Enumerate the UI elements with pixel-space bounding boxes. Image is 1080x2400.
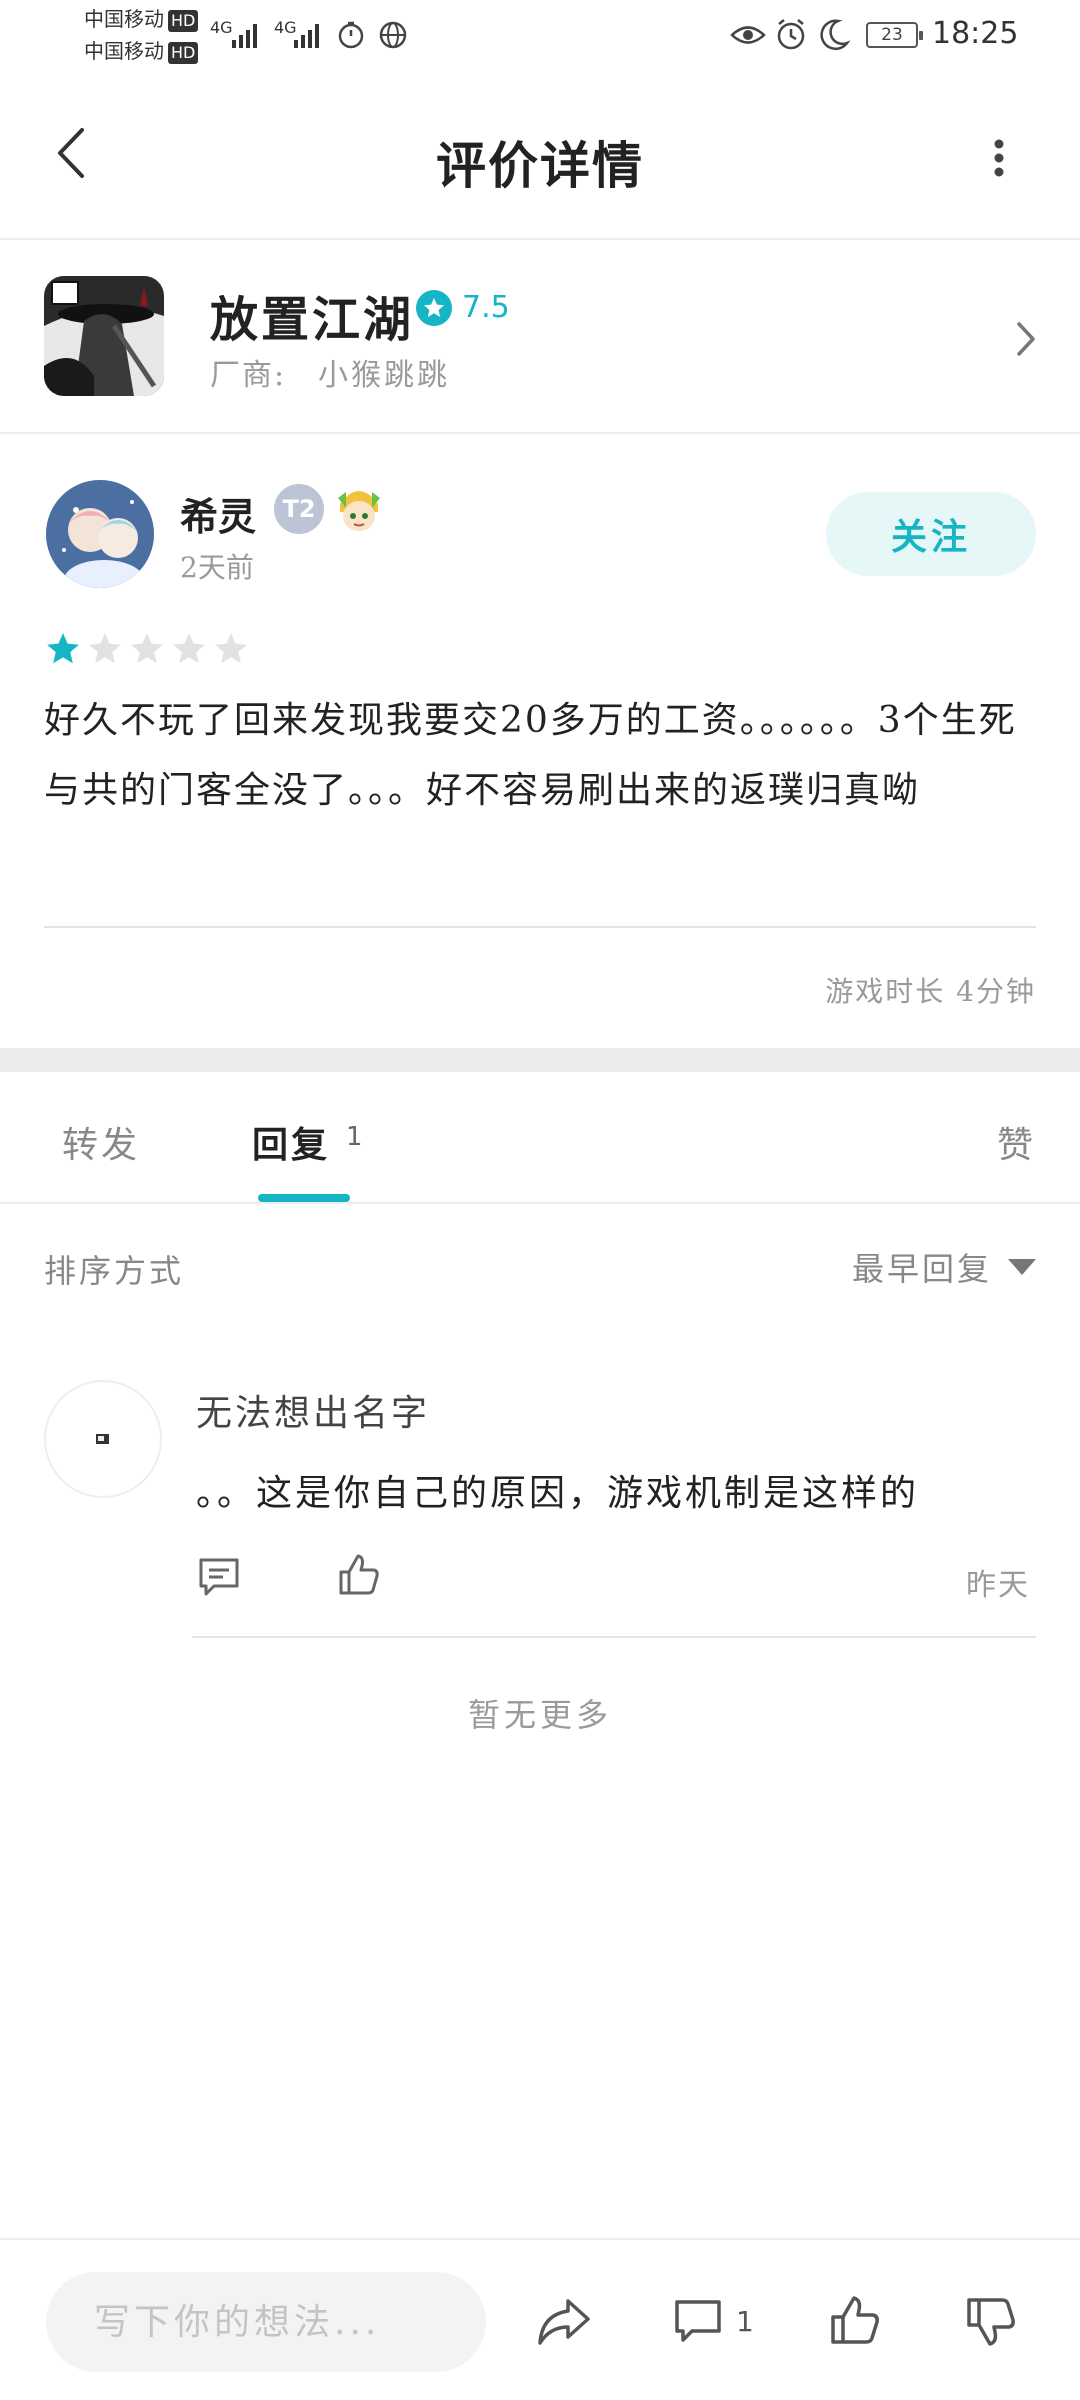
level-badge: T2 <box>274 484 324 534</box>
tab-reply-count: 1 <box>346 1122 363 1152</box>
comment-username[interactable]: 无法想出名字 <box>196 1384 430 1436</box>
moon-icon <box>820 19 850 50</box>
comment-icon <box>199 1558 239 1596</box>
more-options-button[interactable] <box>974 128 1024 188</box>
share-icon <box>538 2299 590 2345</box>
signal-icon <box>294 20 319 48</box>
share-button[interactable] <box>536 2288 602 2354</box>
maker-label: 厂商: <box>210 358 287 393</box>
tab-reply[interactable]: 回复 <box>252 1116 330 1168</box>
game-score: 7.5 <box>462 290 510 325</box>
bottom-action-bar: 1 <box>0 2238 1080 2400</box>
signal-icon <box>232 20 257 48</box>
caret-down-icon <box>1008 1259 1036 1275</box>
comment-item: 无法想出名字 。。这是你自己的原因，游戏机制是这样的 昨天 <box>0 1340 1080 1640</box>
tab-like[interactable]: 赞 <box>997 1116 1036 1168</box>
rating-stars <box>44 630 250 668</box>
star-empty-icon <box>89 633 121 664</box>
tab-bar: 转发 回复 1 赞 <box>0 1072 1080 1204</box>
thumbs-down-icon <box>967 2298 1015 2346</box>
game-name: 放置江湖 <box>210 292 415 348</box>
star-empty-icon <box>131 633 163 664</box>
review-time: 2天前 <box>180 551 254 584</box>
star-empty-icon <box>215 633 247 664</box>
thumbs-up-icon <box>339 1554 379 1595</box>
comment-time: 昨天 <box>966 1568 1030 1603</box>
badge-icon <box>334 482 384 534</box>
network-type: 4G <box>210 18 233 37</box>
reply-button[interactable] <box>196 1554 242 1600</box>
star-badge-icon <box>416 290 452 326</box>
battery-indicator: 23 <box>866 22 923 48</box>
maker-name: 小猴跳跳 <box>318 358 450 393</box>
thumbs-up-icon <box>831 2296 879 2344</box>
status-bar: 中国移动 HD 中国移动 HD 4G 4G 23 18:25 <box>0 0 1080 72</box>
status-clock: 18:25 <box>932 16 1019 51</box>
dislike-button[interactable] <box>964 2288 1030 2354</box>
sort-label: 排序方式 <box>44 1252 185 1290</box>
game-icon <box>44 276 164 396</box>
game-detail-link[interactable] <box>1006 314 1046 364</box>
comments-button[interactable]: 1 <box>672 2288 782 2354</box>
star-filled-icon <box>47 633 79 664</box>
avatar[interactable] <box>46 480 154 588</box>
globe-icon <box>379 21 407 49</box>
follow-button[interactable]: 关注 <box>826 492 1036 576</box>
sort-dropdown[interactable]: 最早回复 <box>852 1244 1036 1290</box>
like-button[interactable] <box>828 2288 894 2354</box>
comment-count: 1 <box>736 2304 754 2338</box>
comment-icon <box>675 2300 721 2342</box>
game-card[interactable]: 放置江湖 7.5 厂商: 小猴跳跳 <box>0 240 1080 434</box>
section-divider <box>0 1048 1080 1072</box>
carrier-label: 中国移动 HD <box>84 40 199 64</box>
page-title: 评价详情 <box>436 136 644 195</box>
divider <box>192 1636 1036 1638</box>
sort-value: 最早回复 <box>851 1250 992 1288</box>
more-vertical-icon <box>994 139 1004 177</box>
review-card: 希灵 T2 2天前 关注 好久不玩了回来发现我要交20多万的工资。。。。。。3个… <box>0 434 1080 1048</box>
review-text: 好久不玩了回来发现我要交20多万的工资。。。。。。3个生死与共的门客全没了。。。… <box>44 700 1017 811</box>
star-empty-icon <box>173 633 205 664</box>
divider <box>44 926 1036 928</box>
like-button[interactable] <box>336 1552 382 1598</box>
timer-icon <box>338 21 364 49</box>
playtime: 游戏时长 4分钟 <box>825 975 1036 1008</box>
sort-bar: 排序方式 最早回复 <box>0 1204 1080 1314</box>
eye-icon <box>730 26 766 44</box>
comment-input[interactable] <box>46 2272 486 2372</box>
carrier-label: 中国移动 HD <box>84 8 199 32</box>
top-app-bar: 评价详情 <box>0 72 1080 240</box>
tab-indicator <box>258 1194 350 1202</box>
tab-forward[interactable]: 转发 <box>62 1116 140 1168</box>
chevron-right-icon <box>1017 322 1035 356</box>
comment-text: 。。这是你自己的原因，游戏机制是这样的 <box>196 1473 920 1514</box>
review-username[interactable]: 希灵 <box>180 486 256 541</box>
no-more-label: 暂无更多 <box>467 1696 612 1734</box>
avatar[interactable] <box>44 1380 162 1498</box>
alarm-icon <box>777 19 805 50</box>
